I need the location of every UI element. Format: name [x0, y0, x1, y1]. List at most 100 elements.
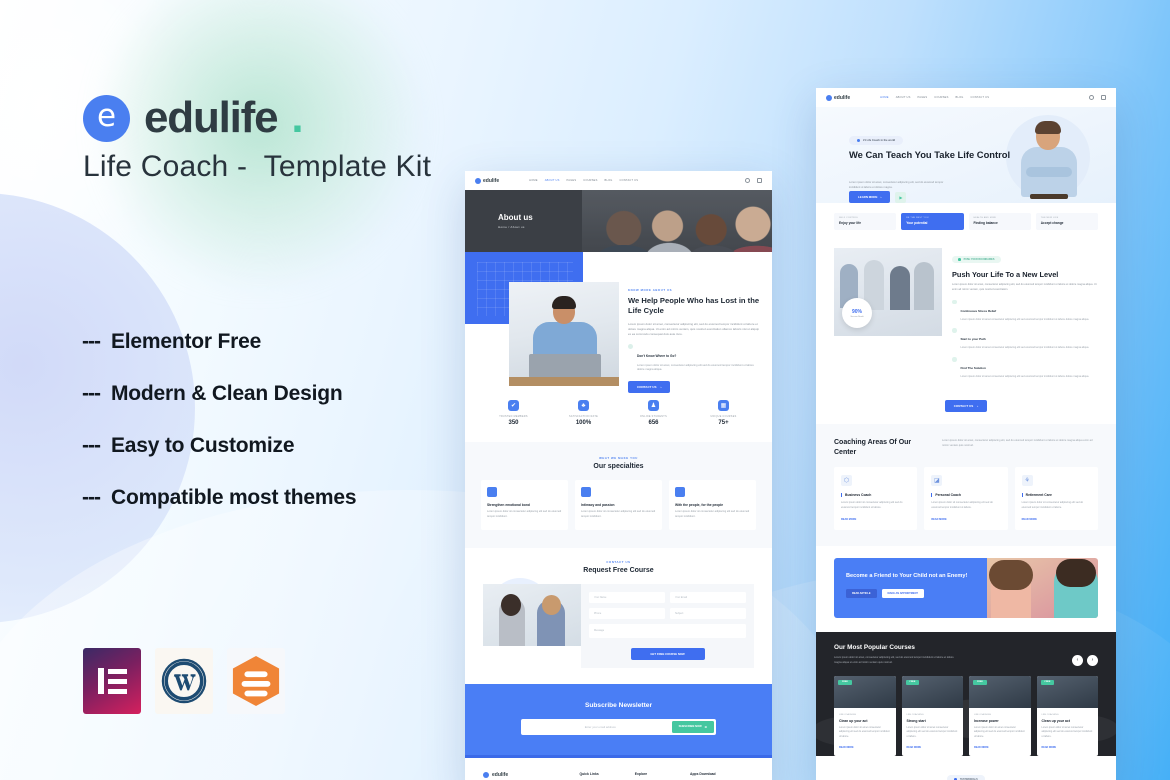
- about-contact-button[interactable]: CONTACT US ›: [628, 381, 671, 394]
- coaching-card-link[interactable]: READ MORE: [841, 518, 910, 521]
- email-field[interactable]: Your Email: [670, 591, 746, 603]
- nav-item-pages[interactable]: PAGES: [567, 179, 577, 182]
- promo-panel: e edulife . Life Coach - Template Kit --…: [0, 0, 465, 780]
- course-link[interactable]: READ MORE: [907, 746, 959, 749]
- home-mock-logo[interactable]: edulife: [826, 94, 850, 101]
- push-contact-button[interactable]: CONTACT US ›: [944, 399, 988, 412]
- brand-name: edulife: [144, 93, 279, 142]
- name-field[interactable]: Your Name: [589, 591, 665, 603]
- specialty-card[interactable]: Intimacy and passion Lorem ipsum dolor s…: [575, 480, 662, 530]
- coaching-areas-section: Coaching Areas Of Our Center Lorem ipsum…: [816, 423, 1116, 547]
- footer-apps: Apps Download Lorem ipsum dolor sit amet…: [690, 772, 754, 780]
- about-mock-nav-icons[interactable]: [745, 178, 762, 183]
- subject-field[interactable]: Subject: [670, 607, 746, 619]
- specialties-section: WHAT WE MAKE YOU Our specialties Strengt…: [465, 442, 772, 548]
- cta-read-article-button[interactable]: READ ARTICLE: [846, 589, 877, 599]
- about-mock-nav-links[interactable]: HOME ABOUT US PAGES COURSES BLOG CONTACT…: [529, 179, 638, 182]
- coaching-card-personal[interactable]: ◪ Personal Coach Lorem ipsum dolor sit c…: [924, 467, 1008, 531]
- footer-quick-links: Quick Links Home About Programs Services…: [580, 772, 621, 780]
- push-item-text: Lorem ipsum dolor sit amet consectetur a…: [960, 317, 1090, 321]
- course-link[interactable]: READ MORE: [1042, 746, 1094, 749]
- course-photo: FREE: [901, 675, 963, 708]
- course-photo: FREE: [1036, 675, 1098, 708]
- about-hero-photo: [582, 190, 772, 252]
- tab-your-potential[interactable]: BE THE BEST YOU Your potential: [901, 213, 964, 230]
- course-card[interactable]: FREE LIFE COACHING Clean up your act Lor…: [1036, 675, 1098, 756]
- stat-item: ✔ TRUSTED MEMBERS 350: [493, 400, 535, 426]
- nav-item-contact-us[interactable]: CONTACT US: [971, 96, 990, 99]
- coaching-heading: Coaching Areas Of Our Center: [834, 438, 912, 456]
- hero-learn-more-button[interactable]: LEARN MORE ›: [849, 191, 891, 203]
- home-mock-nav-icons[interactable]: [1089, 95, 1106, 100]
- newsletter-subscribe-button[interactable]: SUBSCRIBE NOW ✉: [671, 720, 714, 733]
- cta-appointment-button[interactable]: MAKE AN APPOINTMENT: [881, 589, 924, 599]
- nav-item-blog[interactable]: BLOG: [956, 96, 964, 99]
- chevron-right-icon[interactable]: ›: [1087, 654, 1098, 666]
- about-mock-logo[interactable]: edulife: [475, 177, 500, 184]
- nav-item-courses[interactable]: COURSES: [583, 179, 597, 182]
- hero-photo-coach: [1016, 121, 1082, 203]
- tab-finding-balance[interactable]: HEALTH AND MIND Finding balance: [968, 213, 1031, 230]
- nav-item-home[interactable]: HOME: [529, 179, 538, 182]
- push-list-item: Start to your Path Lorem ipsum dolor sit…: [952, 327, 1098, 351]
- nav-item-about-us[interactable]: ABOUT US: [545, 179, 560, 182]
- course-card[interactable]: FREE LIFE COACHING Increase power Lorem …: [969, 675, 1031, 756]
- about-mock-logo-text: edulife: [483, 177, 500, 184]
- coaching-card-title: Personal Coach: [931, 493, 1000, 498]
- specialty-card[interactable]: With the people, for the people Lorem ip…: [669, 480, 756, 530]
- home-mock-nav-links[interactable]: HOME ABOUT US PAGES COURSES BLOG CONTACT…: [880, 96, 989, 99]
- about-page-mockup[interactable]: edulife HOME ABOUT US PAGES COURSES BLOG…: [465, 171, 772, 780]
- feature-label: Compatible most themes: [110, 486, 357, 509]
- chevron-left-icon[interactable]: ‹: [1072, 654, 1083, 666]
- tab-enjoy-your-life[interactable]: SELF CONTROL Enjoy your life: [834, 213, 897, 230]
- request-submit-button[interactable]: GET FREE COURSE NOW: [630, 647, 705, 660]
- course-text: Lorem ipsum dolor sit amet consectetur a…: [906, 725, 958, 738]
- feature-list: --- Elementor Free --- Modern & Clean De…: [82, 330, 357, 538]
- push-heading: Push Your Life To a New Level: [952, 270, 1059, 279]
- feature-item: --- Easy to Customize: [82, 434, 356, 458]
- coaching-card-retirement[interactable]: ⚘ Retirement Care Lorem ipsum dolor sit …: [1014, 467, 1098, 531]
- home-feature-tabs[interactable]: SELF CONTROL Enjoy your life BE THE BEST…: [816, 203, 1116, 242]
- phone-field[interactable]: Phone: [589, 607, 665, 619]
- push-list-item: Find The Solution Lorem ipsum dolor sit …: [952, 356, 1098, 380]
- feature-item: --- Modern & Clean Design: [82, 382, 356, 406]
- cart-icon[interactable]: [757, 178, 762, 183]
- course-link[interactable]: READ MORE: [839, 746, 891, 749]
- footer-logo[interactable]: edulife: [483, 771, 566, 778]
- specialty-card[interactable]: Strengthen emotional bond Lorem ipsum do…: [481, 480, 568, 530]
- cta-heading: Become a Friend to Your Child not an Ene…: [846, 573, 968, 580]
- cart-icon[interactable]: [1101, 95, 1106, 100]
- home-mock-navbar[interactable]: edulife HOME ABOUT US PAGES COURSES BLOG…: [816, 88, 1116, 107]
- nav-item-home[interactable]: HOME: [880, 96, 889, 99]
- breadcrumb: Home / About us: [498, 225, 525, 229]
- request-form[interactable]: Your Name Your Email Phone Subject Messa…: [581, 583, 754, 668]
- coaching-card-business[interactable]: ⬡ Business Coach Lorem ipsum dolor sit c…: [834, 467, 918, 531]
- feature-dash: ---: [82, 382, 101, 405]
- nav-item-pages[interactable]: PAGES: [918, 96, 928, 99]
- nav-item-blog[interactable]: BLOG: [605, 179, 613, 182]
- push-item-title: Find The Solution: [960, 366, 986, 371]
- message-field[interactable]: Message: [589, 623, 746, 638]
- course-card[interactable]: FREE LIFE COACHING Clean up your act Lor…: [834, 675, 896, 756]
- course-link[interactable]: READ MORE: [974, 746, 1026, 749]
- course-title: Clean up your act: [1041, 718, 1070, 723]
- search-icon[interactable]: [745, 178, 750, 183]
- course-card[interactable]: FREE LIFE COACHING Strong start Lorem ip…: [901, 675, 963, 756]
- send-icon: ✉: [704, 725, 707, 729]
- play-icon[interactable]: ▶: [895, 191, 907, 203]
- nav-item-contact-us[interactable]: CONTACT US: [620, 179, 639, 182]
- course-photo: FREE: [969, 675, 1031, 708]
- home-hero-section: #1 Life Coach in the world We Can Teach …: [816, 107, 1116, 203]
- push-pill-badge: PUSH YOUR BOUNDARIES: [952, 256, 1001, 264]
- home-page-mockup[interactable]: edulife HOME ABOUT US PAGES COURSES BLOG…: [816, 88, 1116, 780]
- tab-accept-change[interactable]: THE NEW LIFE Accept change: [1035, 213, 1098, 230]
- nav-item-courses[interactable]: COURSES: [934, 96, 948, 99]
- coaching-card-link[interactable]: READ MORE: [931, 518, 1000, 521]
- nav-item-about-us[interactable]: ABOUT US: [896, 96, 911, 99]
- coaching-card-link[interactable]: READ MORE: [1022, 518, 1091, 521]
- stat-item: ♟ ONLINE STUDENTS 656: [633, 400, 675, 426]
- newsletter-email-input[interactable]: Enter your email address: [523, 725, 672, 729]
- search-icon[interactable]: [1089, 95, 1094, 100]
- courses-heading: Our Most Popular Courses: [834, 644, 915, 652]
- about-mock-navbar[interactable]: edulife HOME ABOUT US PAGES COURSES BLOG…: [465, 171, 772, 190]
